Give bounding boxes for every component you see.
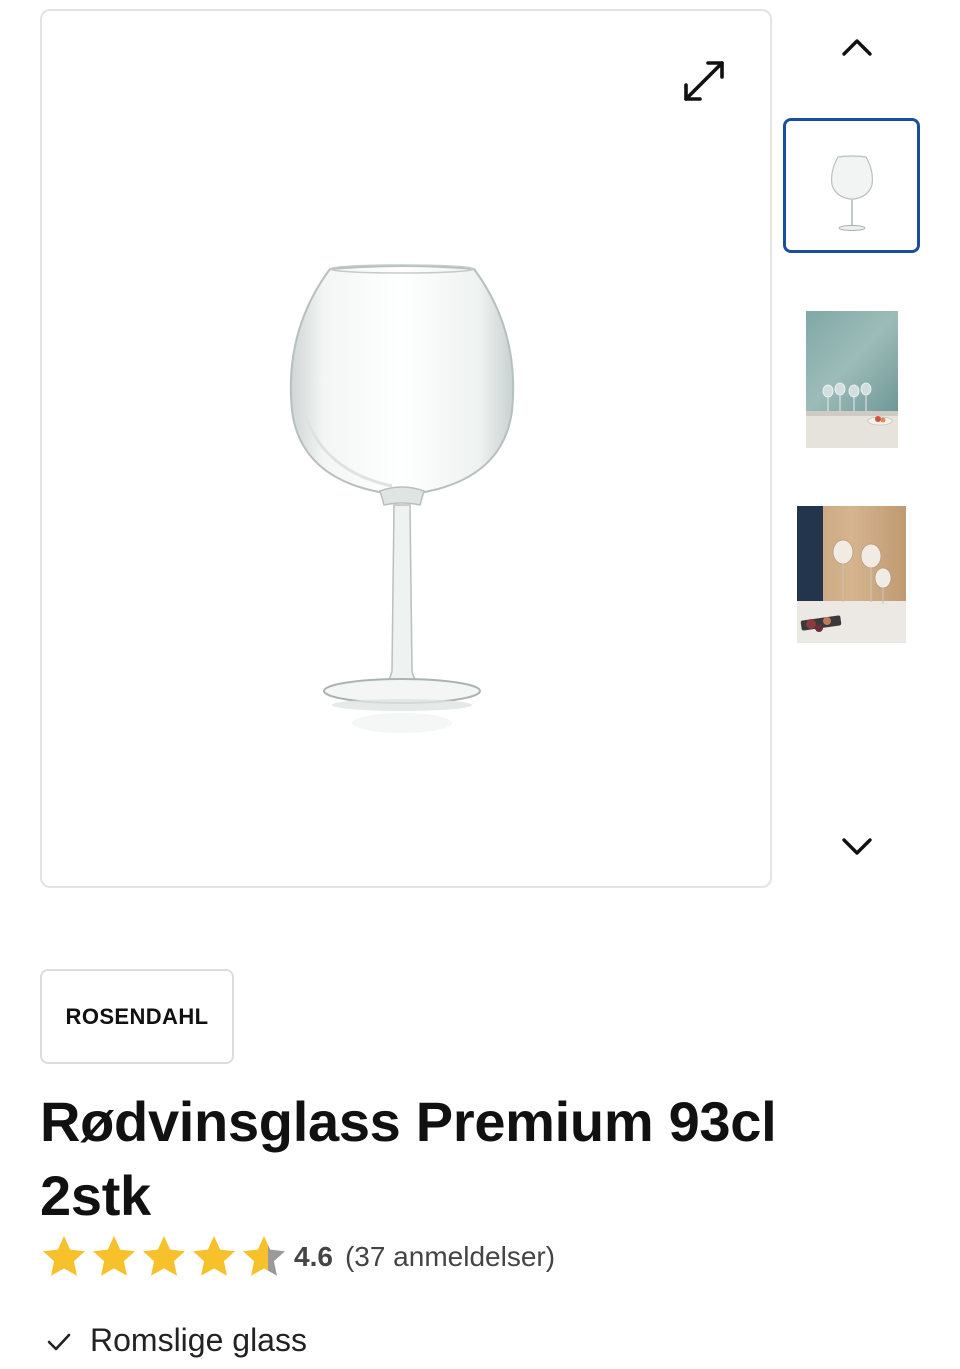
review-count-link[interactable]: (37 anmeldelser) — [345, 1241, 555, 1273]
star-icon — [43, 1236, 85, 1276]
wine-glass-image — [289, 264, 515, 733]
thumbnail-lifestyle-wood[interactable] — [797, 506, 906, 643]
thumbnail-product-glass[interactable] — [783, 118, 920, 253]
feature-item: Romslige glass — [44, 1322, 307, 1359]
star-icon — [93, 1236, 135, 1276]
star-icon — [143, 1236, 185, 1276]
star-rating — [40, 1233, 288, 1281]
chevron-down-icon[interactable] — [832, 826, 882, 866]
product-title: Rødvinsglass Premium 93cl 2stk — [40, 1090, 777, 1227]
chevron-up-icon[interactable] — [832, 28, 882, 68]
thumbnail-lifestyle-teal[interactable] — [806, 311, 898, 448]
check-icon — [47, 1333, 71, 1350]
rating-value: 4.6 — [294, 1241, 333, 1272]
feature-text: Romslige glass — [90, 1322, 307, 1358]
star-icon — [243, 1236, 285, 1276]
rating-summary[interactable]: 4.6 (37 anmeldelser) — [40, 1232, 555, 1282]
brand-button[interactable]: ROSENDAHL — [40, 969, 234, 1064]
star-icon — [193, 1236, 235, 1276]
expand-icon[interactable] — [678, 55, 730, 107]
main-product-image[interactable] — [40, 9, 772, 888]
